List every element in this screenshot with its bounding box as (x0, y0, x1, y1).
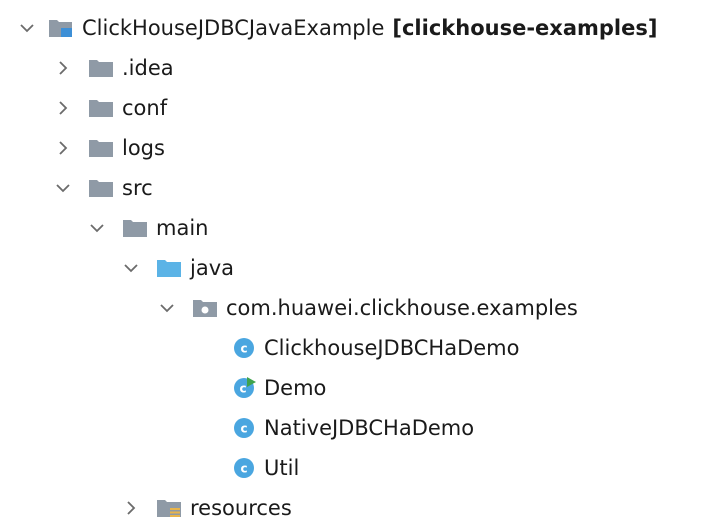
chevron-right-icon[interactable] (52, 97, 74, 119)
tree-node-package[interactable]: com.huawei.clickhouse.examples (156, 288, 578, 328)
tree-node-class[interactable]: c Demo (232, 368, 326, 408)
root-label: ClickHouseJDBCJavaExample (82, 16, 385, 40)
tree-node-class[interactable]: c Util (232, 448, 299, 488)
chevron-down-icon[interactable] (52, 177, 74, 199)
class-label: NativeJDBCHaDemo (264, 416, 475, 440)
module-name: [clickhouse-examples] (392, 16, 658, 40)
svg-text:c: c (240, 422, 247, 436)
tree-node-class[interactable]: c ClickhouseJDBCHaDemo (232, 328, 520, 368)
tree-node-conf[interactable]: conf (52, 88, 167, 128)
svg-text:c: c (240, 462, 247, 476)
chevron-down-icon[interactable] (156, 297, 178, 319)
java-label: java (190, 256, 234, 280)
main-label: main (156, 216, 209, 240)
class-label: Util (264, 456, 300, 480)
svg-text:c: c (240, 342, 247, 356)
logs-label: logs (122, 136, 165, 160)
tree-node-idea[interactable]: .idea (52, 48, 174, 88)
chevron-down-icon[interactable] (120, 257, 142, 279)
project-tree: ClickHouseJDBCJavaExample [clickhouse-ex… (0, 0, 704, 521)
tree-node-main[interactable]: main (86, 208, 208, 248)
chevron-right-icon[interactable] (120, 497, 142, 519)
folder-icon (88, 177, 114, 199)
class-label: Demo (264, 376, 327, 400)
java-class-icon: c (232, 416, 256, 440)
svg-text:c: c (239, 382, 246, 396)
idea-label: .idea (122, 56, 174, 80)
package-icon (192, 297, 218, 319)
conf-label: conf (122, 96, 168, 120)
tree-node-src[interactable]: src (52, 168, 153, 208)
folder-icon (122, 217, 148, 239)
folder-icon (88, 137, 114, 159)
tree-node-logs[interactable]: logs (52, 128, 165, 168)
tree-node-resources[interactable]: resources (120, 488, 292, 521)
tree-node-java[interactable]: java (120, 248, 234, 288)
java-class-icon: c (232, 336, 256, 360)
folder-icon (88, 57, 114, 79)
chevron-down-icon[interactable] (16, 17, 38, 39)
class-label: ClickhouseJDBCHaDemo (264, 336, 520, 360)
chevron-right-icon[interactable] (52, 137, 74, 159)
tree-node-root[interactable]: ClickHouseJDBCJavaExample [clickhouse-ex… (16, 8, 657, 48)
package-label: com.huawei.clickhouse.examples (226, 296, 578, 320)
source-root-folder-icon (156, 257, 182, 279)
java-class-icon: c (232, 456, 256, 480)
folder-icon (88, 97, 114, 119)
resources-label: resources (190, 496, 292, 520)
java-runnable-class-icon: c (232, 376, 256, 400)
resources-folder-icon (156, 497, 182, 519)
tree-node-class[interactable]: c NativeJDBCHaDemo (232, 408, 474, 448)
src-label: src (122, 176, 153, 200)
chevron-down-icon[interactable] (86, 217, 108, 239)
chevron-right-icon[interactable] (52, 57, 74, 79)
module-folder-icon (48, 17, 74, 39)
